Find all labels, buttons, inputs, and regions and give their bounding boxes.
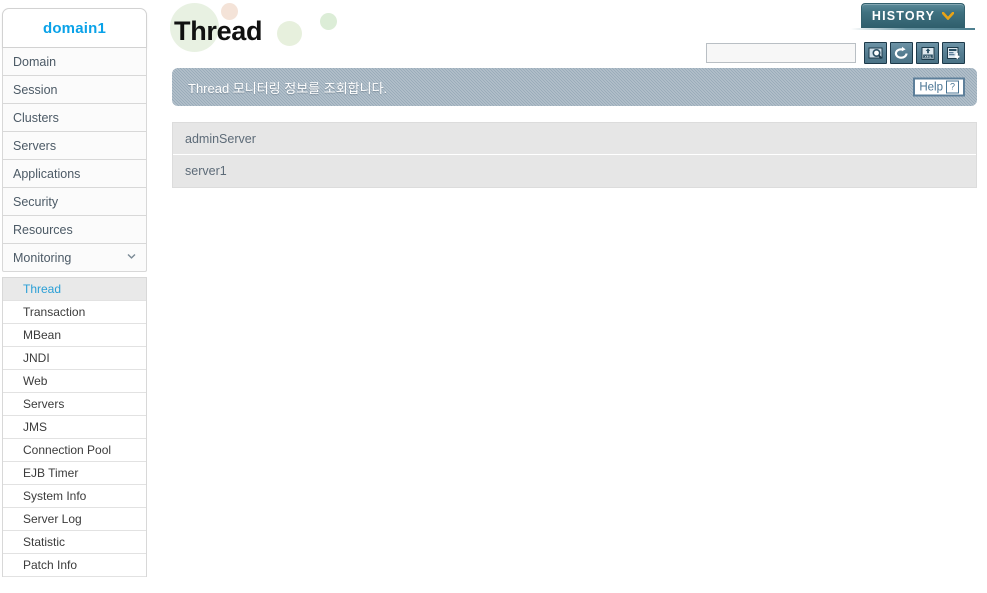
sidebar-item-security[interactable]: Security bbox=[2, 188, 147, 216]
search-input[interactable] bbox=[706, 43, 856, 63]
submenu-item-servers[interactable]: Servers bbox=[3, 393, 146, 416]
server-name: server1 bbox=[185, 164, 227, 178]
server-name: adminServer bbox=[185, 131, 256, 146]
chevron-down-icon bbox=[127, 253, 136, 262]
sidebar-nav-list: Domain Session Clusters Servers Applications… bbox=[2, 48, 147, 272]
report-export-icon bbox=[946, 46, 962, 61]
domain-label: domain1 bbox=[42, 19, 107, 37]
sidebar-item-servers[interactable]: Servers bbox=[2, 132, 147, 160]
server-list: adminServer server1 bbox=[172, 122, 977, 188]
sidebar-item-label: Servers bbox=[13, 138, 57, 153]
submenu-item-thread[interactable]: Thread bbox=[3, 278, 146, 301]
submenu-item-patch-info[interactable]: Patch Info bbox=[3, 554, 146, 577]
svg-text:XML: XML bbox=[924, 54, 932, 58]
help-button-label: Help bbox=[919, 81, 943, 93]
sidebar-item-resources[interactable]: Resources bbox=[2, 216, 147, 244]
decorative-circle-medium bbox=[277, 21, 302, 46]
sidebar: domain1 Domain Session Clusters Servers Appl… bbox=[2, 8, 147, 593]
decorative-circle-small bbox=[320, 13, 337, 30]
submenu-item-system-info[interactable]: System Info bbox=[3, 485, 146, 508]
server-row[interactable]: server1 bbox=[173, 155, 976, 187]
sidebar-submenu: Thread Transaction MBean JNDI Web Servers JMS C… bbox=[2, 277, 147, 577]
sidebar-item-label: Session bbox=[13, 82, 58, 97]
submenu-item-mbean[interactable]: MBean bbox=[3, 324, 146, 347]
report-export-icon-button[interactable] bbox=[942, 42, 965, 64]
history-button-label: HISTORY bbox=[871, 9, 936, 23]
sidebar-item-session[interactable]: Session bbox=[2, 76, 147, 104]
page-title: Thread bbox=[174, 16, 263, 46]
submenu-item-ejb-timer[interactable]: EJB Timer bbox=[3, 462, 146, 485]
main-content: Thread HISTORY XML Thread 모니터링 정보를 조회합니다… bbox=[160, 0, 987, 593]
sidebar-item-label: Clusters bbox=[13, 110, 59, 125]
sidebar-item-label: Resources bbox=[13, 222, 73, 237]
sidebar-item-clusters[interactable]: Clusters bbox=[2, 104, 147, 132]
toolbar: XML bbox=[706, 42, 965, 64]
history-button[interactable]: HISTORY bbox=[861, 3, 965, 28]
sidebar-item-monitoring[interactable]: Monitoring bbox=[2, 244, 147, 272]
sidebar-item-applications[interactable]: Applications bbox=[2, 160, 147, 188]
search-icon bbox=[868, 46, 884, 61]
sidebar-item-domain[interactable]: Domain bbox=[2, 48, 147, 76]
question-mark-icon: ? bbox=[946, 80, 959, 94]
submenu-item-statistic[interactable]: Statistic bbox=[3, 531, 146, 554]
sidebar-item-label: Monitoring bbox=[13, 250, 72, 265]
search-icon-button[interactable] bbox=[864, 42, 887, 64]
domain-header[interactable]: domain1 bbox=[2, 8, 147, 48]
xml-export-icon-button[interactable]: XML bbox=[916, 42, 939, 64]
submenu-item-transaction[interactable]: Transaction bbox=[3, 301, 146, 324]
submenu-item-server-log[interactable]: Server Log bbox=[3, 508, 146, 531]
refresh-icon bbox=[893, 46, 910, 61]
history-underline bbox=[851, 28, 975, 30]
submenu-item-jndi[interactable]: JNDI bbox=[3, 347, 146, 370]
refresh-icon-button[interactable] bbox=[890, 42, 913, 64]
sidebar-item-label: Security bbox=[13, 194, 59, 209]
info-bar: Thread 모니터링 정보를 조회합니다. Help ? bbox=[172, 68, 977, 106]
sidebar-item-label: Domain bbox=[13, 54, 57, 69]
help-button[interactable]: Help ? bbox=[913, 77, 965, 97]
title-zone: Thread bbox=[160, 0, 560, 58]
submenu-item-connection-pool[interactable]: Connection Pool bbox=[3, 439, 146, 462]
server-row[interactable]: adminServer bbox=[173, 123, 976, 155]
submenu-item-jms[interactable]: JMS bbox=[3, 416, 146, 439]
info-message: Thread 모니터링 정보를 조회합니다. bbox=[188, 80, 388, 96]
submenu-item-web[interactable]: Web bbox=[3, 370, 146, 393]
xml-export-icon: XML bbox=[920, 46, 936, 61]
sidebar-item-label: Applications bbox=[13, 166, 81, 181]
chevron-down-icon bbox=[941, 7, 955, 25]
